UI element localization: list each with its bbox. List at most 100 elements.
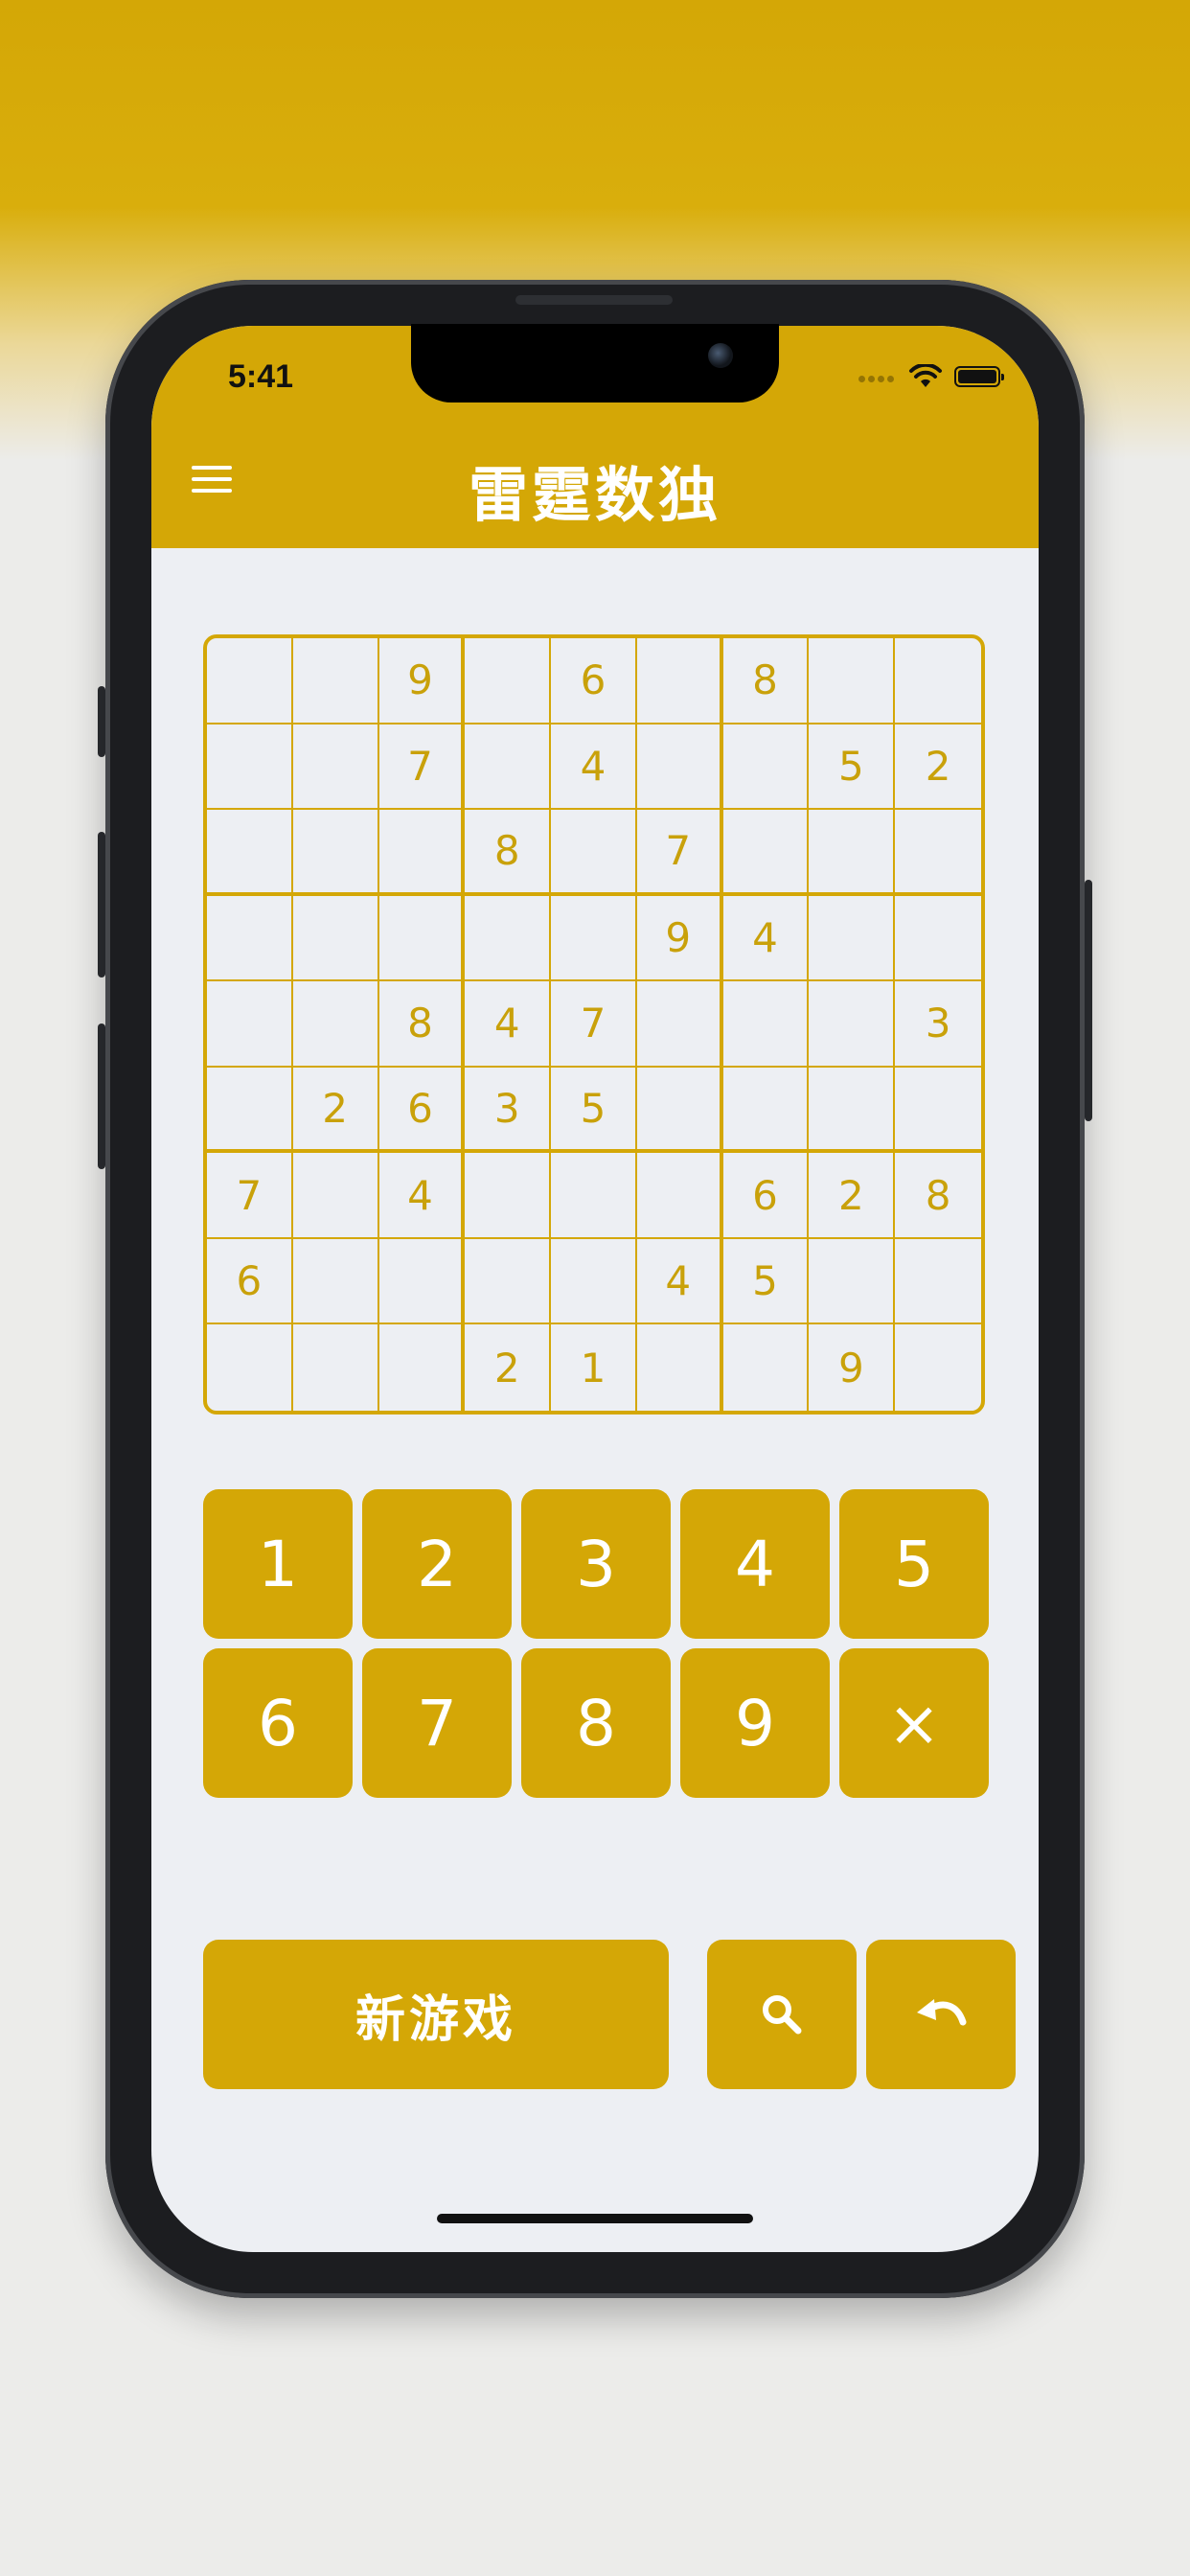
sudoku-cell[interactable] bbox=[636, 724, 723, 811]
sudoku-cell[interactable]: 3 bbox=[895, 981, 981, 1068]
key-2[interactable]: 2 bbox=[362, 1489, 512, 1639]
key-1[interactable]: 1 bbox=[203, 1489, 353, 1639]
sudoku-cell[interactable] bbox=[465, 638, 552, 724]
sudoku-cell[interactable]: 9 bbox=[636, 895, 723, 982]
sudoku-cell[interactable] bbox=[636, 1067, 723, 1154]
key-5[interactable]: 5 bbox=[839, 1489, 989, 1639]
sudoku-cell[interactable]: 7 bbox=[551, 981, 637, 1068]
sudoku-cell[interactable] bbox=[465, 895, 552, 982]
sudoku-cell[interactable]: 2 bbox=[292, 1067, 379, 1154]
sudoku-cell[interactable] bbox=[378, 810, 466, 896]
sudoku-cell[interactable] bbox=[207, 810, 293, 896]
sudoku-cell[interactable] bbox=[292, 895, 379, 982]
sudoku-cell[interactable] bbox=[292, 810, 379, 896]
sudoku-cell[interactable]: 5 bbox=[809, 724, 896, 811]
sudoku-cell[interactable]: 6 bbox=[722, 1153, 810, 1239]
sudoku-cell[interactable] bbox=[636, 1153, 723, 1239]
sudoku-cell[interactable] bbox=[809, 1238, 896, 1325]
sudoku-cell[interactable]: 4 bbox=[636, 1238, 723, 1325]
sudoku-cell[interactable] bbox=[292, 981, 379, 1068]
sudoku-cell[interactable] bbox=[809, 810, 896, 896]
key-8[interactable]: 8 bbox=[521, 1648, 671, 1798]
sudoku-cell[interactable] bbox=[207, 1324, 293, 1411]
sudoku-cell[interactable] bbox=[722, 724, 810, 811]
sudoku-cell[interactable] bbox=[895, 1239, 981, 1325]
sudoku-cell[interactable]: 1 bbox=[551, 1324, 637, 1411]
sudoku-cell[interactable]: 6 bbox=[207, 1238, 293, 1325]
sudoku-cell[interactable] bbox=[207, 895, 293, 982]
key-7[interactable]: 7 bbox=[362, 1648, 512, 1798]
sudoku-cell[interactable] bbox=[292, 1153, 379, 1239]
hint-button[interactable] bbox=[707, 1940, 857, 2089]
sudoku-cell[interactable] bbox=[207, 638, 293, 724]
sudoku-cell[interactable] bbox=[379, 1324, 466, 1411]
sudoku-cell[interactable]: 2 bbox=[895, 724, 981, 811]
sudoku-cell[interactable] bbox=[551, 810, 637, 896]
undo-icon bbox=[917, 1999, 967, 2026]
sudoku-cell[interactable] bbox=[292, 1238, 379, 1325]
sudoku-cell[interactable] bbox=[551, 895, 637, 982]
sudoku-cell[interactable] bbox=[378, 1238, 466, 1325]
sudoku-cell[interactable]: 8 bbox=[895, 1153, 981, 1239]
undo-button[interactable] bbox=[866, 1940, 1016, 2089]
sudoku-board: 968745287948473263574628645219 bbox=[203, 634, 985, 1414]
sudoku-cell[interactable]: 6 bbox=[551, 638, 637, 724]
sudoku-cell[interactable]: 4 bbox=[465, 981, 552, 1068]
sudoku-cell[interactable] bbox=[809, 638, 896, 724]
sudoku-cell[interactable] bbox=[895, 810, 981, 896]
sudoku-cell[interactable] bbox=[722, 810, 810, 896]
sudoku-cell[interactable] bbox=[895, 896, 981, 982]
sudoku-cell[interactable]: 5 bbox=[551, 1067, 637, 1154]
battery-icon bbox=[954, 366, 1004, 387]
key-9[interactable]: 9 bbox=[680, 1648, 830, 1798]
key-6[interactable]: 6 bbox=[203, 1648, 353, 1798]
sudoku-cell[interactable] bbox=[809, 981, 896, 1068]
sudoku-cell[interactable] bbox=[637, 1324, 723, 1411]
speaker-grille bbox=[515, 295, 673, 305]
sudoku-cell[interactable]: 2 bbox=[809, 1153, 896, 1239]
sudoku-cell[interactable] bbox=[722, 1067, 810, 1154]
sudoku-cell[interactable]: 6 bbox=[378, 1067, 466, 1154]
sudoku-cell[interactable] bbox=[809, 1067, 896, 1154]
clear-key[interactable]: × bbox=[839, 1648, 989, 1798]
sudoku-cell[interactable]: 8 bbox=[722, 638, 810, 724]
sudoku-cell[interactable] bbox=[292, 724, 379, 811]
sudoku-cell[interactable] bbox=[551, 1238, 637, 1325]
sudoku-cell[interactable] bbox=[292, 638, 379, 724]
sudoku-cell[interactable] bbox=[895, 638, 981, 724]
sudoku-cell[interactable] bbox=[551, 1153, 637, 1239]
sudoku-cell[interactable] bbox=[636, 981, 723, 1068]
sudoku-cell[interactable] bbox=[722, 981, 810, 1068]
sudoku-cell[interactable]: 7 bbox=[207, 1153, 293, 1239]
sudoku-cell[interactable]: 7 bbox=[636, 810, 723, 896]
sudoku-cell[interactable] bbox=[207, 724, 293, 811]
sudoku-cell[interactable]: 7 bbox=[378, 724, 466, 811]
sudoku-cell[interactable] bbox=[378, 895, 466, 982]
app-title: 雷霆数独 bbox=[468, 460, 721, 530]
sudoku-cell[interactable] bbox=[465, 724, 552, 811]
sudoku-cell[interactable] bbox=[723, 1324, 810, 1411]
sudoku-cell[interactable]: 4 bbox=[551, 724, 637, 811]
sudoku-cell[interactable]: 4 bbox=[722, 895, 810, 982]
sudoku-cell[interactable] bbox=[293, 1324, 379, 1411]
key-4[interactable]: 4 bbox=[680, 1489, 830, 1639]
sudoku-cell[interactable]: 5 bbox=[722, 1238, 810, 1325]
sudoku-cell[interactable] bbox=[207, 981, 293, 1068]
sudoku-cell[interactable] bbox=[895, 1068, 981, 1154]
sudoku-cell[interactable]: 2 bbox=[465, 1324, 552, 1411]
new-game-button[interactable]: 新游戏 bbox=[203, 1940, 669, 2089]
sudoku-cell[interactable] bbox=[636, 638, 723, 724]
sudoku-cell[interactable] bbox=[465, 1238, 552, 1325]
sudoku-cell[interactable] bbox=[809, 895, 896, 982]
key-3[interactable]: 3 bbox=[521, 1489, 671, 1639]
sudoku-cell[interactable]: 8 bbox=[465, 810, 552, 896]
sudoku-cell[interactable] bbox=[207, 1067, 293, 1154]
sudoku-cell[interactable]: 4 bbox=[378, 1153, 466, 1239]
sudoku-cell[interactable]: 9 bbox=[809, 1324, 896, 1411]
sudoku-cell[interactable] bbox=[895, 1324, 981, 1411]
sudoku-cell[interactable] bbox=[465, 1153, 552, 1239]
side-button-volume-down bbox=[98, 1024, 105, 1169]
sudoku-cell[interactable]: 3 bbox=[465, 1067, 552, 1154]
sudoku-cell[interactable]: 9 bbox=[378, 638, 466, 724]
sudoku-cell[interactable]: 8 bbox=[378, 981, 466, 1068]
